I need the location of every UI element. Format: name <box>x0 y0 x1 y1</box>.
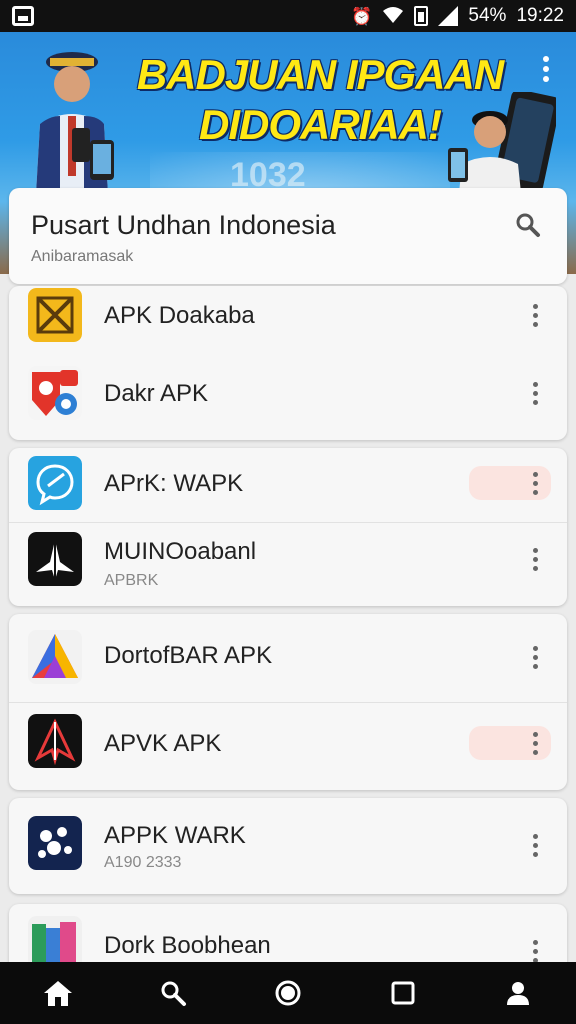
page-subtitle: Anibaramasak <box>31 248 134 265</box>
more-options-icon[interactable] <box>525 382 545 405</box>
search-icon[interactable] <box>153 973 193 1013</box>
alarm-icon: ⏰ <box>351 6 373 26</box>
red-arrow-app-icon <box>28 714 82 768</box>
list-item[interactable]: APK Doakaba <box>9 286 567 366</box>
app-group-4: APPK WARK A190 2333 <box>9 798 567 894</box>
list-item[interactable]: DortofBAR APK <box>9 614 567 694</box>
signal-icon <box>438 6 459 26</box>
officer-illustration-icon <box>36 52 114 194</box>
app-subtitle: A190 2333 <box>104 854 182 871</box>
triangle-logo-app-icon <box>28 630 82 684</box>
more-options-icon[interactable] <box>525 834 545 857</box>
more-options-icon[interactable] <box>525 646 545 669</box>
app-title: Dakr APK <box>104 380 209 407</box>
app-group-1: APK Doakaba Dakr APK <box>9 286 567 440</box>
list-item[interactable]: APVK APK <box>9 706 567 786</box>
app-title: APPK WARK <box>104 822 246 849</box>
paper-plane-app-icon <box>28 532 82 586</box>
app-title: Dork Boobhean <box>104 932 271 959</box>
divider <box>9 522 567 523</box>
status-bar: ⏰ 54% 19:22 <box>0 0 576 32</box>
divider <box>9 702 567 703</box>
more-options-icon[interactable] <box>525 304 545 327</box>
square-icon[interactable] <box>383 973 423 1013</box>
search-icon[interactable] <box>515 212 541 238</box>
list-item[interactable]: APrK: WAPK <box>9 448 567 528</box>
app-title: APrK: WAPK <box>104 470 244 497</box>
clock: 19:22 <box>516 5 564 26</box>
profile-icon[interactable] <box>498 973 538 1013</box>
battery-percent: 54% <box>468 5 507 26</box>
page-title: Pusart Undhan Indonesia <box>31 210 336 240</box>
dots-logo-app-icon <box>28 816 82 870</box>
app-title: DortofBAR APK <box>104 642 273 669</box>
cross-square-app-icon <box>28 288 82 342</box>
home-icon[interactable] <box>38 973 78 1013</box>
chat-bubble-app-icon <box>28 456 82 510</box>
header-card: Pusart Undhan Indonesia Anibaramasak <box>9 188 567 284</box>
more-options-icon[interactable] <box>525 940 545 963</box>
list-item[interactable]: MUINOoabanl APBRK <box>9 524 567 604</box>
more-options-icon[interactable] <box>525 472 545 495</box>
app-group-2: APrK: WAPK MUINOoabanl APBRK <box>9 448 567 606</box>
list-item[interactable]: Dakr APK <box>9 366 567 440</box>
app-title: APK Doakaba <box>104 302 255 329</box>
banner-more-icon[interactable] <box>536 56 556 82</box>
app-group-3: DortofBAR APK APVK APK <box>9 614 567 790</box>
app-subtitle: APBRK <box>104 572 159 589</box>
circle-icon[interactable] <box>268 973 308 1013</box>
app-title: MUINOoabanl <box>104 538 257 565</box>
app-title: APVK APK <box>104 730 222 757</box>
screenshot-icon <box>12 6 34 26</box>
more-options-icon[interactable] <box>525 548 545 571</box>
bottom-nav <box>0 962 576 1024</box>
list-item[interactable]: APPK WARK A190 2333 <box>9 798 567 878</box>
wifi-icon <box>382 6 404 27</box>
more-options-icon[interactable] <box>525 732 545 755</box>
map-chat-app-icon <box>28 366 82 420</box>
battery-saver-icon <box>414 6 429 26</box>
